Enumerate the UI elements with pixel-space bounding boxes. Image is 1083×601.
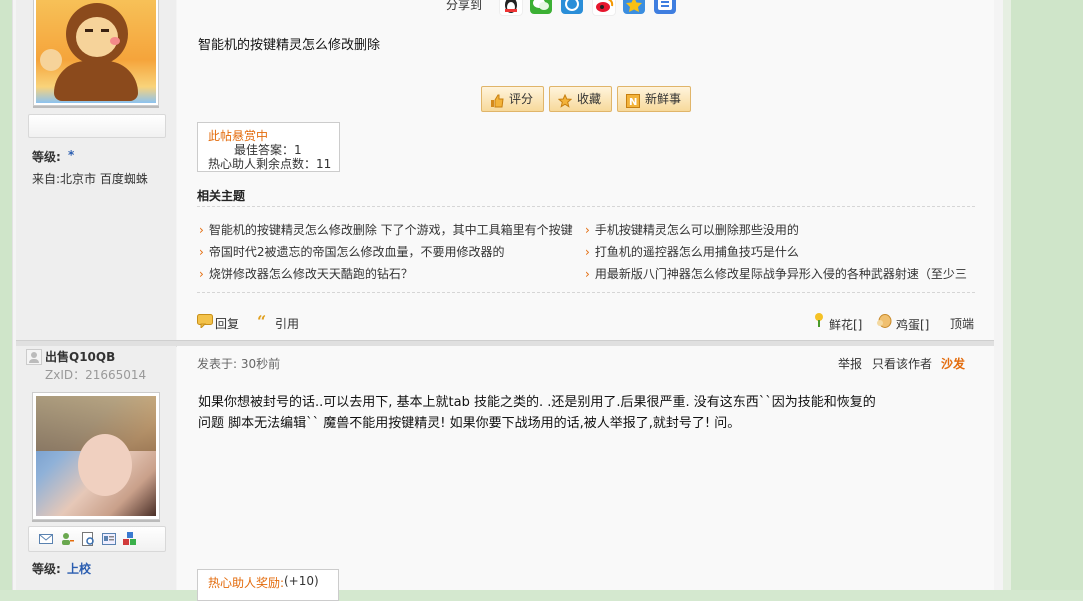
level-label: 等级: (32, 562, 61, 576)
flower-button[interactable]: 鲜花[] (829, 316, 862, 333)
egg-icon (876, 312, 892, 331)
post-body-line: 如果你想被封号的话..可以去用下, 基本上就tab 技能之类的. .还是别用了.… (198, 395, 876, 410)
qq-icon[interactable] (499, 0, 523, 16)
divider (197, 206, 975, 207)
card-icon[interactable] (102, 532, 116, 546)
related-topics-title: 相关主题 (197, 189, 246, 203)
related-topic-link[interactable]: › 智能机的按键精灵怎么修改删除 下了个游戏，其中工具箱里有个按键 (199, 221, 577, 238)
svg-text:N: N (629, 97, 637, 108)
reward-box: 热心助人奖励: (+10) (197, 569, 339, 601)
post-body-line: 问题 脚本无法编辑`` 魔兽不能用按键精灵! 如果你要下战场用的话,被人举报了,… (198, 416, 741, 431)
report-link[interactable]: 举报 (838, 355, 862, 372)
related-topic-link[interactable]: › 手机按键精灵怎么可以删除那些没用的 (585, 221, 970, 238)
reward-value: (+10) (284, 574, 319, 588)
user-id: ZxID：21665014 (45, 368, 147, 382)
divider (197, 292, 975, 293)
new-icon: N (626, 92, 640, 108)
favorite-button[interactable]: 收藏 (549, 86, 612, 112)
user-status-icon (26, 349, 42, 365)
related-topic-link[interactable]: › 帝国时代2被遗忘的帝国怎么修改血量，不要用修改器的 (199, 243, 577, 260)
right-gutter (1003, 0, 1083, 590)
rate-label: 评分 (509, 92, 534, 106)
pengyou-icon[interactable] (561, 0, 583, 14)
share-label: 分享到 (446, 0, 483, 12)
avatar[interactable] (32, 392, 160, 520)
avatar-image (36, 0, 156, 103)
fresh-label: 新鲜事 (645, 92, 682, 106)
user-toolbar (28, 114, 166, 138)
related-topic-link[interactable]: › 烧饼修改器怎么修改天天酷跑的钻石？ (199, 265, 577, 282)
favorite-label: 收藏 (577, 92, 602, 106)
level-value[interactable]: 上校 (67, 560, 91, 577)
only-author-link[interactable]: 只看该作者 (872, 355, 932, 372)
bounty-points: 热心助人剩余点数：11 (208, 157, 332, 171)
egg-button[interactable]: 鸡蛋[] (896, 316, 929, 333)
avatar[interactable] (33, 0, 159, 106)
weibo-icon[interactable] (592, 0, 616, 16)
qzone-icon[interactable] (623, 0, 645, 14)
reply-button[interactable]: 回复 (215, 315, 239, 332)
left-gutter (0, 0, 12, 590)
fresh-button[interactable]: N 新鲜事 (617, 86, 691, 112)
mail-icon[interactable] (39, 532, 53, 546)
post-body: 智能机的按键精灵怎么修改删除 (198, 38, 381, 53)
quote-icon: “ (257, 312, 273, 331)
bounty-box: 此帖悬赏中 最佳答案：1 热心助人剩余点数：11 (197, 122, 340, 172)
post2-content (177, 346, 994, 590)
user-toolbar (28, 526, 166, 552)
level-label: 等级: (32, 150, 61, 164)
username[interactable]: 出售Q10QB (45, 348, 115, 365)
reply-icon (197, 314, 213, 331)
post-time: 发表于: 30秒前 (197, 357, 281, 371)
rate-button[interactable]: 评分 (481, 86, 544, 112)
tieba-icon[interactable] (654, 0, 676, 14)
user-location: 来自:北京市 百度蜘蛛 (32, 172, 148, 186)
add-friend-icon[interactable] (60, 532, 74, 546)
quote-button[interactable]: 引用 (275, 315, 299, 332)
related-topic-link[interactable]: › 打鱼机的遥控器怎么用捕鱼技巧是什么 (585, 243, 970, 260)
back-to-top-link[interactable]: 顶端 (950, 315, 974, 332)
flower-icon (812, 312, 826, 331)
svg-text:“: “ (257, 314, 266, 328)
reward-label: 热心助人奖励: (208, 576, 285, 590)
level-value: * (68, 148, 75, 162)
wechat-icon[interactable] (530, 0, 552, 14)
floor-label: 沙发 (941, 357, 966, 371)
profile-icon[interactable] (81, 532, 95, 546)
related-topic-link[interactable]: › 用最新版八门神器怎么修改星际战争异形入侵的各种武器射速（至少三 (585, 265, 970, 282)
avatar-image (36, 396, 156, 516)
thumbs-up-icon (490, 92, 504, 108)
blocks-icon[interactable] (123, 532, 137, 546)
star-icon (557, 92, 573, 108)
